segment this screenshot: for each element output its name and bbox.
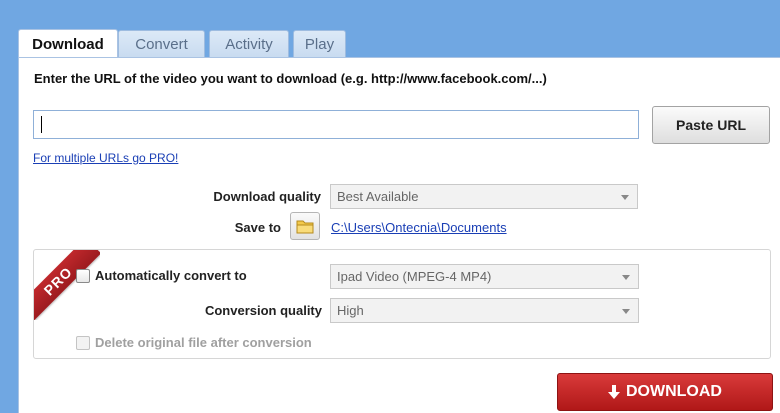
chevron-down-icon [622, 309, 630, 314]
chevron-down-icon [621, 195, 629, 200]
convert-format-value: Ipad Video (MPEG-4 MP4) [337, 269, 492, 284]
download-quality-label: Download quality [213, 189, 321, 204]
pro-ribbon-label: PRO [34, 250, 100, 320]
delete-original-label: Delete original file after conversion [95, 335, 312, 350]
pro-ribbon: PRO [34, 250, 100, 320]
tab-convert[interactable]: Convert [118, 30, 205, 58]
text-caret [41, 116, 42, 133]
pro-conversion-box: PRO Automatically convert to Ipad Video … [33, 249, 771, 359]
save-path-link[interactable]: C:\Users\Ontecnia\Documents [331, 220, 507, 235]
download-button[interactable]: DOWNLOAD [557, 373, 773, 411]
conversion-quality-value: High [337, 303, 364, 318]
browse-folder-button[interactable] [290, 212, 320, 240]
download-quality-select[interactable]: Best Available [330, 184, 638, 209]
url-instructions: Enter the URL of the video you want to d… [34, 71, 547, 86]
go-pro-link[interactable]: For multiple URLs go PRO! [33, 151, 178, 165]
tab-activity[interactable]: Activity [209, 30, 289, 58]
arrow-down-icon [608, 385, 620, 399]
tab-play[interactable]: Play [293, 30, 346, 58]
conversion-quality-label: Conversion quality [204, 303, 322, 318]
save-to-label: Save to [234, 220, 281, 235]
paste-url-button[interactable]: Paste URL [652, 106, 770, 144]
conversion-quality-select[interactable]: High [330, 298, 639, 323]
auto-convert-checkbox[interactable] [76, 269, 90, 283]
download-button-label: DOWNLOAD [626, 383, 722, 400]
delete-original-checkbox[interactable] [76, 336, 90, 350]
convert-format-select[interactable]: Ipad Video (MPEG-4 MP4) [330, 264, 639, 289]
download-quality-value: Best Available [337, 189, 419, 204]
auto-convert-label: Automatically convert to [95, 268, 247, 283]
chevron-down-icon [622, 275, 630, 280]
url-input[interactable] [33, 110, 639, 139]
download-panel: Enter the URL of the video you want to d… [18, 57, 780, 413]
folder-icon [296, 220, 314, 233]
app-window: Download Convert Activity Play Enter the… [0, 0, 780, 413]
tab-download[interactable]: Download [18, 29, 118, 59]
